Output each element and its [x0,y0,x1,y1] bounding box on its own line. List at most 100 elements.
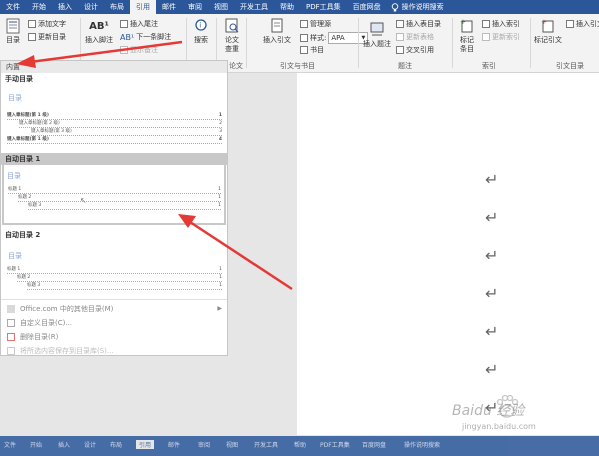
search-icon: i [194,18,208,34]
preview-line: 标题 3 1 [28,203,221,210]
bottom-bar-label: 帮助 [294,442,307,449]
insert-citation-button[interactable]: 插入引文 [262,18,292,45]
svg-text:i: i [199,22,201,30]
insert-footnote-button[interactable]: AB¹ 插入脚注 [84,22,114,45]
bibliography-label: 书目 [310,46,324,54]
auto-toc-2-option[interactable]: 目录 标题 1 1 标题 2 1 标题 3 1 [5,241,223,299]
tab-review[interactable]: 审阅 [182,0,208,14]
bibliography-button[interactable]: 书目 [300,45,324,55]
tab-layout[interactable]: 布局 [104,0,130,14]
bibliography-icon [300,46,308,54]
insert-table-of-figures-button[interactable]: 插入表目录 [396,19,441,29]
more-toc-office-label: Office.com 中的其他目录(M) [20,304,114,313]
svg-text:+: + [460,18,466,26]
insert-citation-label: 插入引文 [263,36,291,44]
lightbulb-icon [391,2,398,11]
preview-line: 标题 1 1 [8,187,221,194]
insert-index-button[interactable]: 插入索引 [482,19,520,29]
update-table-button[interactable]: 更新表格 [396,32,434,42]
update-table-icon [396,33,404,41]
toc-icon [6,18,20,34]
paper-check-button[interactable]: 论文查重 [220,18,244,54]
preview-line-text: 键入章标题(第 3 级) [31,129,72,134]
ribbon-separator [358,18,359,68]
save-selection-to-toc-gallery-item[interactable]: 将所选内容保存到目录库(S)... [1,344,227,357]
office-icon [7,304,15,313]
ribbon-separator [530,18,531,68]
auto-toc-1-title: 自动目录 1 [1,153,227,165]
preview-page: 1 [219,275,222,280]
paper-group-label: 论文 [229,62,243,70]
auto-toc-2-title: 自动目录 2 [5,231,41,239]
preview-line: 标题 3 1 [27,283,222,290]
preview-line: 键入章标题(第 1 级) 1 [7,113,222,120]
auto-toc-1-option[interactable]: 目录 标题 1 1 标题 2 1 标题 3 1 ↖ [2,165,226,225]
tab-insert[interactable]: 插入 [52,0,78,14]
bottom-bar-label: 审阅 [198,442,211,449]
mark-citation-button[interactable]: + 标记引文 [532,18,564,45]
tab-home[interactable]: 开始 [26,0,52,14]
tab-view[interactable]: 视图 [208,0,234,14]
preview-toc-heading: 目录 [8,252,22,260]
search-button[interactable]: i 搜索 [190,18,212,45]
insert-caption-button[interactable]: 插入题注 [362,22,392,49]
preview-page: 1 [219,267,222,272]
custom-toc-label: 自定义目录(C)... [20,318,73,327]
bottom-bar-label: 开始 [30,442,43,449]
preview-line-text: 标题 2 [18,195,32,200]
add-text-button[interactable]: 添加文字 [28,19,66,29]
bottom-bar-label: 设计 [84,442,97,449]
bottom-bar-label: PDF工具集 [320,442,350,449]
update-index-button[interactable]: 更新索引 [482,32,520,42]
insert-toa-button[interactable]: 插入引文目录 [566,19,599,29]
ribbon-separator [452,18,453,68]
tell-me-search[interactable]: 操作说明搜索 [391,2,444,12]
bottom-bar-label: 布局 [110,442,123,449]
tab-developer[interactable]: 开发工具 [234,0,274,14]
tab-file[interactable]: 文件 [0,0,26,14]
toc-button[interactable]: 目录 [3,18,23,45]
manage-sources-label: 管理源 [310,20,331,28]
preview-page: 3 [219,129,222,134]
bottom-bar-label: 开发工具 [254,442,279,449]
update-toc-button[interactable]: 更新目录 [28,32,66,42]
manage-sources-button[interactable]: 管理源 [300,19,331,29]
mark-entry-button[interactable]: + 标记条目 [456,18,478,54]
custom-toc-item[interactable]: 自定义目录(C)... [1,316,227,329]
watermark-text: Baidu 经验 [452,403,525,419]
tab-pdf-tools[interactable]: PDF工具集 [300,0,347,14]
preview-line: 键入章标题(第 1 级) 4 [7,137,222,144]
insert-endnote-button[interactable]: 插入尾注 [120,19,158,29]
toc-button-label: 目录 [6,36,20,44]
remove-toc-item[interactable]: 删除目录(R) [1,330,227,343]
cross-reference-button[interactable]: 交叉引用 [396,45,434,55]
more-toc-office-item[interactable]: Office.com 中的其他目录(M) ▶ [1,302,227,315]
document-search-icon [225,18,239,34]
mark-citation-icon: + [541,18,555,34]
tab-design[interactable]: 设计 [78,0,104,14]
footnote-ab-icon: AB¹ [89,21,109,32]
cross-reference-label: 交叉引用 [406,46,434,54]
paragraph-mark: ↵ [485,322,499,341]
paragraph-mark: ↵ [485,208,499,227]
next-footnote-button[interactable]: AB¹ 下一条脚注 [120,32,171,42]
preview-line: 键入章标题(第 3 级) 3 [31,129,222,136]
mark-entry-icon: + [460,18,474,34]
insert-toa-label: 插入引文目录 [576,20,599,28]
preview-page: 1 [219,283,222,288]
tab-references[interactable]: 引用 [130,0,156,14]
tab-baidu-netdisk[interactable]: 百度网盘 [347,0,387,14]
remove-toc-icon [7,332,15,341]
bottom-bar-label: 百度网盘 [362,442,387,449]
manual-toc-option[interactable]: 目录 键入章标题(第 1 级) 1 键入章标题(第 2 级) 2 键入章标题(第 3… [5,85,223,153]
bottom-bar-label: 插入 [58,442,71,449]
show-notes-button[interactable]: 显示备注 [120,45,158,55]
document-page[interactable] [297,73,599,435]
bottom-bar-label: 文件 [4,442,17,449]
tab-mailings[interactable]: 邮件 [156,0,182,14]
paragraph-mark: ↵ [485,246,499,265]
insert-endnote-label: 插入尾注 [130,20,158,28]
tab-help[interactable]: 帮助 [274,0,300,14]
preview-toc-heading: 目录 [7,172,21,180]
preview-page: 1 [218,195,221,200]
